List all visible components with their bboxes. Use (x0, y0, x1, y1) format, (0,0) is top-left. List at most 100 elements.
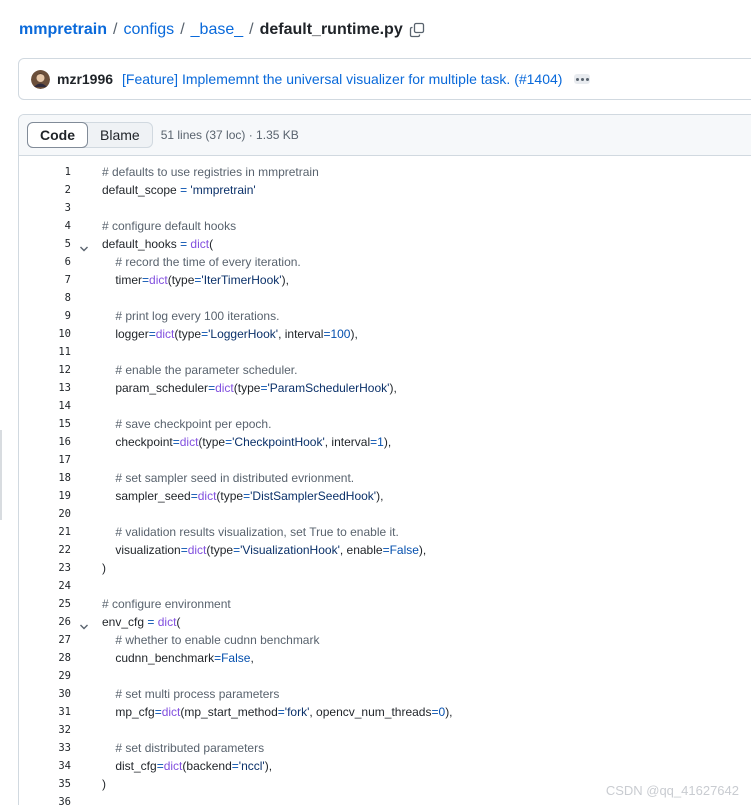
line-number[interactable]: 4 (19, 217, 71, 235)
code-line: 34 dist_cfg=dict(backend='nccl'), (19, 757, 751, 775)
code-line: 20 (19, 505, 751, 523)
line-number[interactable]: 24 (19, 577, 71, 595)
line-number[interactable]: 2 (19, 181, 71, 199)
line-number[interactable]: 36 (19, 793, 71, 805)
line-number[interactable]: 28 (19, 649, 71, 667)
blame-tab[interactable]: Blame (88, 123, 152, 147)
line-number[interactable]: 10 (19, 325, 71, 343)
breadcrumb-configs-link[interactable]: configs (123, 21, 174, 39)
commit-message-link[interactable]: [Feature] Implememnt the universal visua… (122, 71, 562, 87)
line-number[interactable]: 23 (19, 559, 71, 577)
line-number[interactable]: 31 (19, 703, 71, 721)
line-number[interactable]: 35 (19, 775, 71, 793)
code-text: checkpoint=dict(type='CheckpointHook', i… (102, 435, 392, 449)
commit-details-button[interactable] (574, 74, 591, 84)
fold-chevron-icon[interactable] (79, 618, 89, 630)
line-number[interactable]: 14 (19, 397, 71, 415)
file-stats: 51 lines (37 loc) · 1.35 KB (160, 128, 299, 142)
line-number[interactable]: 5 (19, 235, 71, 253)
code-line: 8 (19, 289, 751, 307)
code-line: 14 (19, 397, 751, 415)
watermark: CSDN @qq_41627642 (605, 783, 739, 798)
breadcrumb-base-link[interactable]: _base_ (191, 21, 244, 39)
code-text: cudnn_benchmark=False, (102, 651, 254, 665)
code-line: 21 # validation results visualization, s… (19, 523, 751, 541)
line-number[interactable]: 9 (19, 307, 71, 325)
line-number[interactable]: 30 (19, 685, 71, 703)
line-number[interactable]: 33 (19, 739, 71, 757)
line-number[interactable]: 29 (19, 667, 71, 685)
breadcrumb-separator: / (113, 21, 118, 38)
code-text: timer=dict(type='IterTimerHook'), (102, 273, 289, 287)
line-number[interactable]: 16 (19, 433, 71, 451)
code-tab[interactable]: Code (27, 122, 88, 148)
line-number[interactable]: 8 (19, 289, 71, 307)
code-text: # configure default hooks (102, 219, 237, 233)
code-text: # set multi process parameters (115, 687, 280, 701)
line-number[interactable]: 34 (19, 757, 71, 775)
code-text: # defaults to use registries in mmpretra… (102, 165, 319, 179)
code-text: logger=dict(type='LoggerHook', interval=… (102, 327, 358, 341)
code-line: 10 logger=dict(type='LoggerHook', interv… (19, 325, 751, 343)
line-number[interactable]: 3 (19, 199, 71, 217)
code-line: 23) (19, 559, 751, 577)
code-line: 6 # record the time of every iteration. (19, 253, 751, 271)
code-line: 32 (19, 721, 751, 739)
file-header: Code Blame 51 lines (37 loc) · 1.35 KB (19, 115, 751, 156)
latest-commit-bar: mzr1996 [Feature] Implememnt the univers… (18, 58, 751, 100)
code-line: 15 # save checkpoint per epoch. (19, 415, 751, 433)
line-number[interactable]: 12 (19, 361, 71, 379)
code-text: # validation results visualization, set … (115, 525, 399, 539)
code-line: 25 # configure environment (19, 595, 751, 613)
line-number[interactable]: 1 (19, 163, 71, 181)
author-avatar[interactable] (31, 69, 50, 89)
line-number[interactable]: 27 (19, 631, 71, 649)
line-number[interactable]: 18 (19, 469, 71, 487)
code-line: 27 # whether to enable cudnn benchmark (19, 631, 751, 649)
code-line: 18 # set sampler seed in distributed evr… (19, 469, 751, 487)
line-number[interactable]: 21 (19, 523, 71, 541)
line-number[interactable]: 20 (19, 505, 71, 523)
line-number[interactable]: 13 (19, 379, 71, 397)
line-number[interactable]: 26 (19, 613, 71, 631)
code-text: # print log every 100 iterations. (115, 309, 280, 323)
line-number[interactable]: 7 (19, 271, 71, 289)
code-text: ) (102, 561, 106, 575)
line-number[interactable]: 22 (19, 541, 71, 559)
line-number[interactable]: 15 (19, 415, 71, 433)
code-line: 1 # defaults to use registries in mmpretr… (19, 163, 751, 181)
code-line: 22 visualization=dict(type='Visualizatio… (19, 541, 751, 559)
line-number[interactable]: 32 (19, 721, 71, 739)
line-number[interactable]: 25 (19, 595, 71, 613)
copy-path-icon[interactable] (409, 22, 425, 38)
code-text: param_scheduler=dict(type='ParamSchedule… (102, 381, 397, 395)
code-line: 4 # configure default hooks (19, 217, 751, 235)
breadcrumb-file-name: default_runtime.py (259, 21, 403, 38)
code-text: # set sampler seed in distributed evrion… (115, 471, 355, 485)
code-line: 24 (19, 577, 751, 595)
page-edge-marker (0, 430, 2, 520)
line-number[interactable]: 17 (19, 451, 71, 469)
line-number[interactable]: 11 (19, 343, 71, 361)
breadcrumb-separator: / (249, 21, 254, 38)
code-text: # save checkpoint per epoch. (115, 417, 272, 431)
code-text: visualization=dict(type='VisualizationHo… (102, 543, 427, 557)
breadcrumb: mmpretrain / configs / _base_ / default_… (19, 19, 425, 41)
code-text: default_scope = 'mmpretrain' (102, 183, 256, 197)
code-line: 26 env_cfg = dict( (19, 613, 751, 631)
breadcrumb-repo-link[interactable]: mmpretrain (19, 21, 107, 39)
code-text: # enable the parameter scheduler. (115, 363, 298, 377)
code-text: default_hooks = dict( (102, 237, 214, 251)
fold-chevron-icon[interactable] (79, 240, 89, 252)
line-number[interactable]: 19 (19, 487, 71, 505)
code-line: 28 cudnn_benchmark=False, (19, 649, 751, 667)
code-line: 2 default_scope = 'mmpretrain' (19, 181, 751, 199)
code-line: 33 # set distributed parameters (19, 739, 751, 757)
commit-author[interactable]: mzr1996 (57, 71, 113, 87)
code-line: 5 default_hooks = dict( (19, 235, 751, 253)
view-mode-toggle: Code Blame (27, 122, 153, 148)
code-line: 17 (19, 451, 751, 469)
code-line: 3 (19, 199, 751, 217)
line-number[interactable]: 6 (19, 253, 71, 271)
code-text: # configure environment (102, 597, 231, 611)
